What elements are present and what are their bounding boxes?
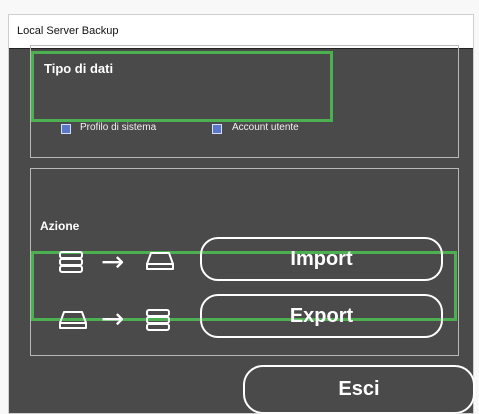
server-icon [145, 308, 171, 332]
user-account-label: Account utente [232, 122, 299, 133]
action-section-title: Azione [40, 219, 80, 233]
export-button[interactable]: Export [200, 294, 443, 338]
page: Local Server Backup Tipo di dati Profilo… [0, 0, 479, 414]
system-profile-checkbox[interactable] [61, 124, 71, 134]
titlebar: Local Server Backup [9, 15, 473, 49]
exit-button[interactable]: Esci [243, 365, 475, 414]
drive-icon [145, 250, 175, 272]
import-button[interactable]: Import [200, 237, 443, 281]
server-icon [58, 250, 84, 274]
drive-icon [58, 309, 88, 331]
window-title: Local Server Backup [17, 25, 119, 37]
right-arrow-icon: → [101, 302, 125, 335]
data-section-title: Tipo di dati [44, 61, 114, 76]
user-account-checkbox[interactable] [212, 124, 222, 134]
system-profile-label: Profilo di sistema [80, 122, 157, 133]
right-arrow-icon: → [101, 245, 125, 278]
